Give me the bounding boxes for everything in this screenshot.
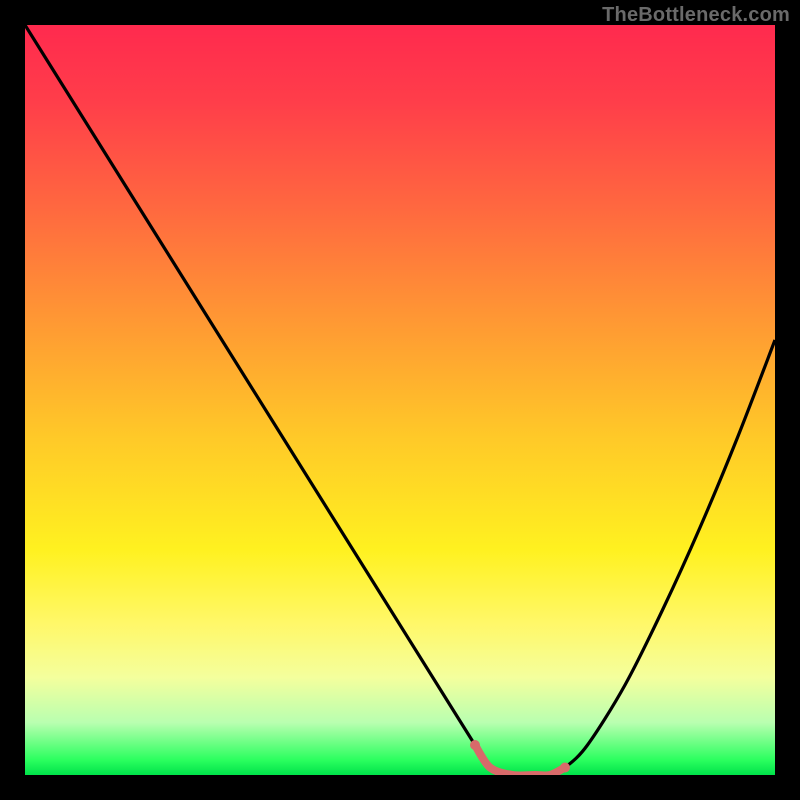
bottleneck-curve [25,25,775,775]
watermark: TheBottleneck.com [602,4,790,27]
bottleneck-chart [25,25,775,775]
